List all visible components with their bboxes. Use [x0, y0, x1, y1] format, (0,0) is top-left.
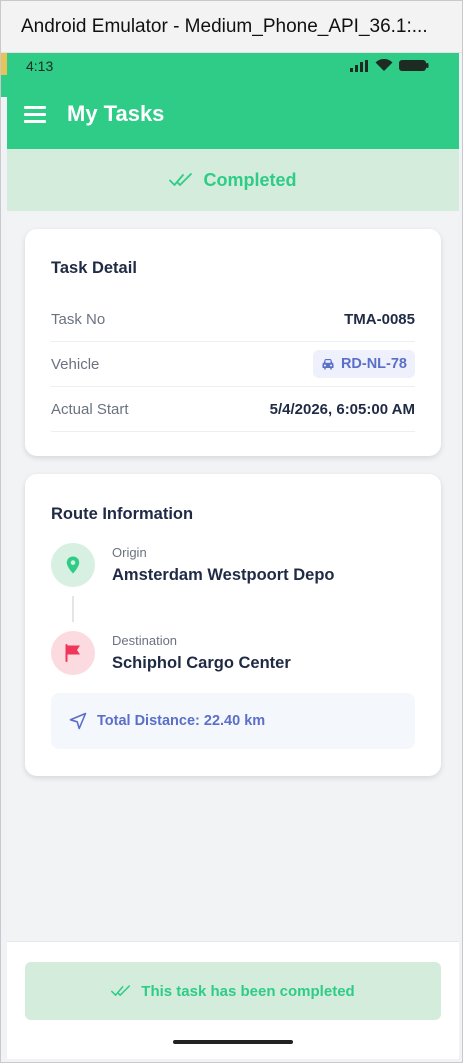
wifi-icon [375, 59, 393, 71]
double-check-icon [111, 985, 131, 996]
double-check-icon [169, 173, 193, 186]
emulator-window: Android Emulator - Medium_Phone_API_36.1… [0, 0, 463, 1063]
destination-name: Schiphol Cargo Center [112, 654, 291, 672]
actual-start-row: Actual Start 5/4/2026, 6:05:00 AM [51, 387, 415, 432]
hamburger-menu-icon[interactable] [24, 106, 46, 123]
task-detail-card: Task Detail Task No TMA-0085 Vehicle RD-… [25, 229, 441, 456]
phone-screen: 4:13 My Tasks Completed Task Detail Task… [7, 53, 459, 1059]
total-distance-text: Total Distance: 22.40 km [97, 713, 266, 729]
flag-icon [65, 644, 80, 662]
origin-name: Amsterdam Westpoort Depo [112, 566, 335, 584]
route-connector-line [72, 596, 74, 622]
vehicle-value: RD-NL-78 [340, 356, 407, 372]
task-number-row: Task No TMA-0085 [51, 297, 415, 342]
battery-icon [399, 60, 429, 71]
actual-start-label: Actual Start [51, 400, 129, 418]
vehicle-chip: RD-NL-78 [312, 350, 415, 378]
origin-text: Origin Amsterdam Westpoort Depo [112, 545, 334, 585]
status-banner: Completed [7, 149, 459, 211]
origin-label: Origin [112, 545, 147, 560]
android-status-bar: 4:13 [7, 53, 459, 79]
task-detail-title: Task Detail [51, 259, 137, 277]
app-bar: My Tasks [7, 79, 459, 149]
vehicle-row: Vehicle RD-NL-78 [51, 342, 415, 387]
task-completed-label: This task has been completed [141, 982, 355, 1000]
actual-start-value: 5/4/2026, 6:05:00 AM [269, 400, 415, 418]
destination-label: Destination [112, 633, 178, 648]
destination-icon-circle [51, 631, 95, 675]
route-information-card: Route Information Origin Amsterdam Westp… [25, 474, 441, 776]
destination-text: Destination Schiphol Cargo Center [112, 633, 291, 673]
origin-icon-circle [51, 543, 95, 587]
status-banner-label: Completed [203, 169, 297, 190]
destination-item: Destination Schiphol Cargo Center [51, 631, 291, 675]
home-indicator[interactable] [173, 1040, 293, 1044]
car-icon [322, 359, 334, 370]
task-number-value: TMA-0085 [344, 310, 415, 328]
window-title: Android Emulator - Medium_Phone_API_36.1… [21, 15, 428, 37]
route-information-title: Route Information [51, 505, 194, 523]
status-icons [349, 59, 429, 72]
status-time: 4:13 [26, 58, 54, 74]
total-distance-box: Total Distance: 22.40 km [51, 693, 415, 749]
task-number-label: Task No [51, 310, 106, 328]
window-titlebar[interactable]: Android Emulator - Medium_Phone_API_36.1… [1, 1, 462, 53]
map-pin-icon [66, 556, 80, 574]
task-completed-button[interactable]: This task has been completed [25, 962, 441, 1020]
page-title: My Tasks [67, 101, 165, 126]
navigation-arrow-icon [69, 712, 87, 730]
bottom-action-area: This task has been completed [7, 941, 459, 1059]
signal-icon [350, 59, 368, 72]
vehicle-label: Vehicle [51, 355, 100, 373]
origin-item: Origin Amsterdam Westpoort Depo [51, 543, 334, 587]
